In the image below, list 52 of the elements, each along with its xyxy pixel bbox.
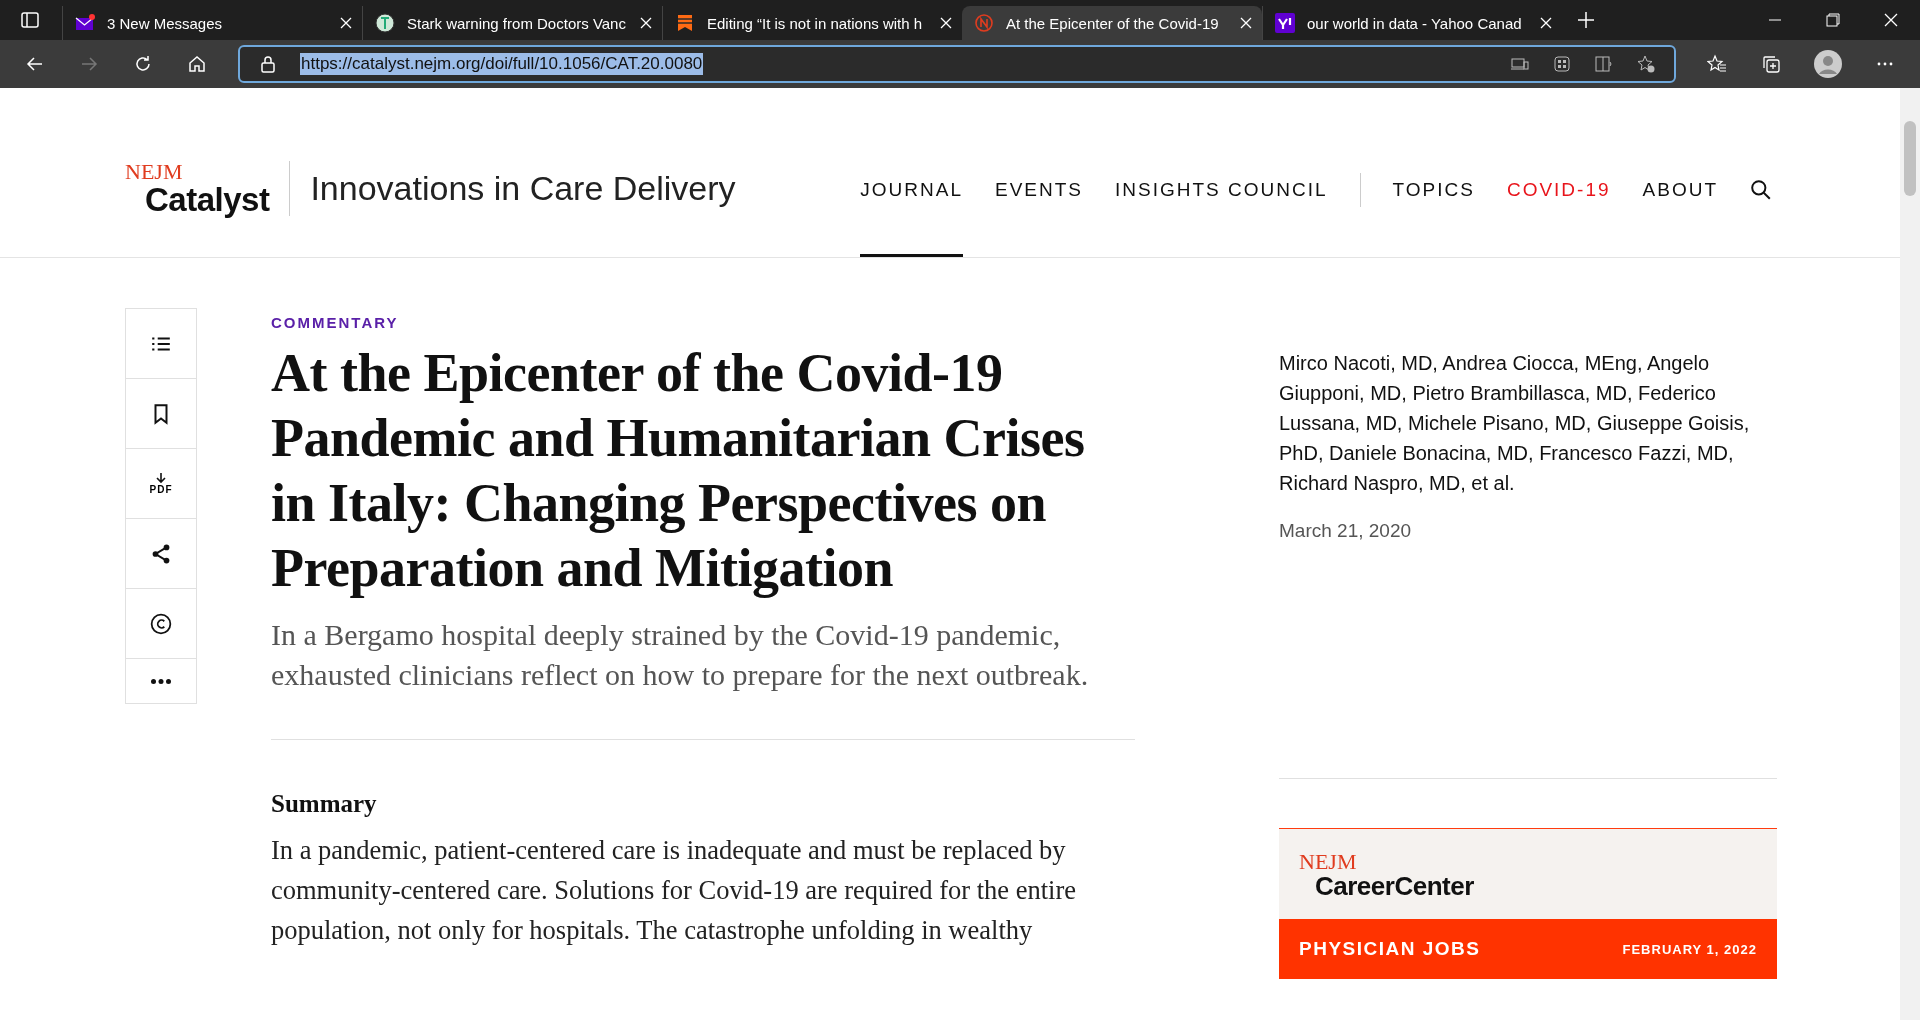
summary-heading: Summary bbox=[271, 790, 378, 818]
search-icon[interactable] bbox=[1750, 178, 1772, 201]
copyright-icon bbox=[150, 612, 172, 635]
envelope-icon bbox=[75, 13, 95, 33]
pdf-label: PDF bbox=[149, 484, 173, 495]
nav-link[interactable]: EVENTS bbox=[994, 122, 1083, 257]
nav-link[interactable]: INSIGHTS COUNCIL bbox=[1115, 122, 1328, 257]
download-icon bbox=[155, 472, 167, 484]
collections-icon[interactable] bbox=[1761, 54, 1781, 74]
jobs-banner[interactable]: PHYSICIAN JOBS FEBRUARY 1, 2022 bbox=[1279, 919, 1777, 979]
author-list: Mirco Nacoti, MD, Andrea Ciocca, MEng, Angelo Giupponi, MD, Pietro Brambillasca, MD, Federico Lussana, MD, Michele Pisano, MD, Giuseppe Goisis, PhD, Daniele Bonacina, MD, Francesco Fazzi, MD, Richard Naspro, MD, et al. bbox=[1279, 348, 1769, 498]
bookmark-icon bbox=[675, 13, 695, 33]
category-label[interactable]: COMMENTARY bbox=[271, 314, 1135, 331]
nav-link[interactable]: TOPICS bbox=[1392, 122, 1475, 257]
more-icon bbox=[151, 678, 171, 684]
summary-text: In a pandemic, patient-centered care is inadequate and must be replaced by community-centered care. Solutions for Covid-19 are required for the entire population, not only for hospitals. The catastrophe unfolding in wealthy bbox=[271, 834, 1077, 947]
browser-tab[interactable]: At the Epicenter of the Covid-19 bbox=[962, 6, 1262, 40]
close-icon[interactable] bbox=[1240, 17, 1252, 29]
lock-icon bbox=[258, 54, 278, 74]
career-center-logo: NEJM CareerCenter bbox=[1298, 848, 1475, 903]
nav-link[interactable]: ABOUT bbox=[1642, 122, 1718, 257]
close-icon[interactable] bbox=[940, 17, 952, 29]
n-logo-icon bbox=[974, 13, 994, 33]
new-tab-icon[interactable] bbox=[1576, 10, 1596, 30]
scrollbar[interactable] bbox=[1900, 88, 1920, 1020]
url-text: https://catalyst.nejm.org/doi/full/10.1056/CAT.20.0080 bbox=[300, 53, 704, 75]
home-icon[interactable] bbox=[187, 54, 207, 74]
favorites-icon[interactable] bbox=[1707, 54, 1727, 74]
toolbar-button[interactable]: PDF bbox=[126, 449, 196, 519]
close-icon[interactable] bbox=[1540, 17, 1552, 29]
nav-link[interactable]: JOURNAL bbox=[860, 122, 963, 257]
publish-date: March 21, 2020 bbox=[1279, 520, 1413, 542]
close-icon[interactable] bbox=[340, 17, 352, 29]
add-favorite-icon[interactable] bbox=[1636, 54, 1656, 74]
apps-icon[interactable] bbox=[1552, 54, 1572, 74]
tab-actions-icon[interactable] bbox=[20, 10, 40, 30]
restore-icon[interactable] bbox=[1823, 10, 1843, 30]
share-icon bbox=[150, 542, 172, 565]
career-center-card[interactable]: NEJM CareerCenter PHYSICIAN JOBS FEBRUARY 1, 2022 bbox=[1279, 828, 1777, 979]
jobs-date: FEBRUARY 1, 2022 bbox=[1622, 941, 1757, 957]
site-tagline: Innovations in Care Delivery bbox=[310, 169, 736, 208]
article-deck: In a Bergamo hospital deeply strained by the Covid-19 pandemic, exhausted clinicians reflect on how to prepare for the next outbreak. bbox=[271, 617, 1090, 693]
y-logo-icon bbox=[1275, 13, 1295, 33]
address-bar[interactable]: https://catalyst.nejm.org/doi/full/10.1056/CAT.20.0080 bbox=[238, 45, 1676, 83]
nejm-catalyst-logo[interactable]: NEJM Catalyst bbox=[125, 161, 291, 216]
scroll-thumb[interactable] bbox=[1904, 121, 1916, 196]
refresh-icon[interactable] bbox=[133, 54, 153, 74]
jobs-label: PHYSICIAN JOBS bbox=[1299, 938, 1481, 960]
nav-link[interactable]: COVID-19 bbox=[1506, 122, 1611, 257]
close-icon[interactable] bbox=[640, 17, 652, 29]
profile-avatar-icon[interactable] bbox=[1814, 50, 1842, 78]
article-title: At the Epicenter of the Covid-19 Pandemic and Humanitarian Crises in Italy: Changing Perspectives on Preparation and Mitigation bbox=[271, 342, 1086, 600]
